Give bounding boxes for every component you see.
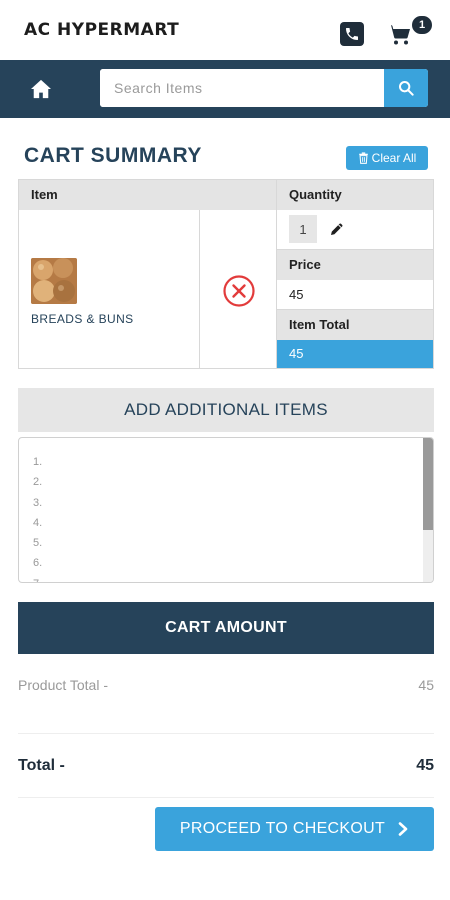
clear-all-button[interactable]: Clear All	[346, 146, 428, 170]
close-circle-icon	[223, 275, 255, 307]
checkout-label: PROCEED TO CHECKOUT	[179, 820, 386, 837]
product-name: BREADS & BUNS	[31, 312, 134, 326]
phone-icon-glyph	[346, 28, 358, 40]
line-number: 6.	[33, 557, 43, 570]
line-number: 1.	[33, 456, 43, 468]
top-header: AC HYPERMART 1	[0, 0, 450, 60]
cart-item-cell: BREADS & BUNS	[19, 210, 200, 368]
search-icon	[399, 81, 414, 96]
quantity-field[interactable]: 1	[289, 215, 317, 243]
pencil-icon[interactable]	[329, 221, 345, 237]
product-image	[31, 258, 77, 304]
chevron-right-icon	[398, 822, 408, 836]
column-header-quantity: Quantity	[277, 180, 433, 210]
numbered-lines: 1. 2. 3. 4. 5. 6. 7.	[33, 452, 43, 582]
search-button[interactable]	[384, 69, 428, 107]
cart-icon[interactable]	[385, 20, 413, 48]
home-icon[interactable]	[26, 76, 56, 102]
cart-amount-header: CART AMOUNT	[18, 602, 434, 654]
home-icon-glyph	[31, 79, 51, 99]
total-value: 45	[416, 757, 434, 774]
product-total-value: 45	[418, 677, 434, 693]
scrollbar-thumb[interactable]	[423, 438, 433, 530]
remove-item-button[interactable]	[222, 274, 256, 308]
quantity-row: 1	[277, 210, 433, 250]
column-header-item: Item	[19, 180, 277, 210]
clear-all-label: Clear All	[371, 151, 417, 165]
cart-count-badge: 1	[410, 14, 434, 36]
line-number: 4.	[33, 516, 43, 529]
divider	[18, 733, 434, 734]
line-number: 2.	[33, 476, 43, 489]
add-additional-items-button[interactable]: ADD ADDITIONAL ITEMS	[18, 388, 434, 432]
phone-icon[interactable]	[340, 22, 364, 46]
cart-table: Item Quantity BREADS & BUNS 1 Price 45 I…	[18, 179, 434, 369]
additional-items-textarea[interactable]: 1. 2. 3. 4. 5. 6. 7.	[18, 437, 434, 583]
total-label: Total -	[18, 757, 65, 774]
item-total-value: 45	[277, 340, 433, 368]
price-value: 45	[277, 280, 433, 310]
bread-buns-image	[31, 258, 77, 304]
line-number: 7.	[33, 574, 42, 582]
cart-icon-glyph	[387, 25, 410, 45]
item-total-label: Item Total	[277, 310, 433, 340]
brand-logo-text[interactable]: AC HYPERMART	[24, 20, 179, 40]
line-number: 5.	[33, 537, 43, 550]
nav-bar	[0, 60, 450, 118]
remove-cell	[200, 210, 277, 368]
product-total-label: Product Total -	[18, 677, 109, 693]
price-label: Price	[277, 250, 433, 280]
cart-summary-title: CART SUMMARY	[24, 144, 202, 167]
search-input[interactable]	[100, 69, 384, 107]
trash-icon	[358, 152, 368, 164]
pencil-icon-glyph	[331, 223, 343, 235]
divider	[18, 797, 434, 798]
proceed-to-checkout-button[interactable]: PROCEED TO CHECKOUT	[155, 807, 434, 851]
search-bar	[100, 69, 428, 107]
line-number: 3.	[33, 496, 43, 509]
